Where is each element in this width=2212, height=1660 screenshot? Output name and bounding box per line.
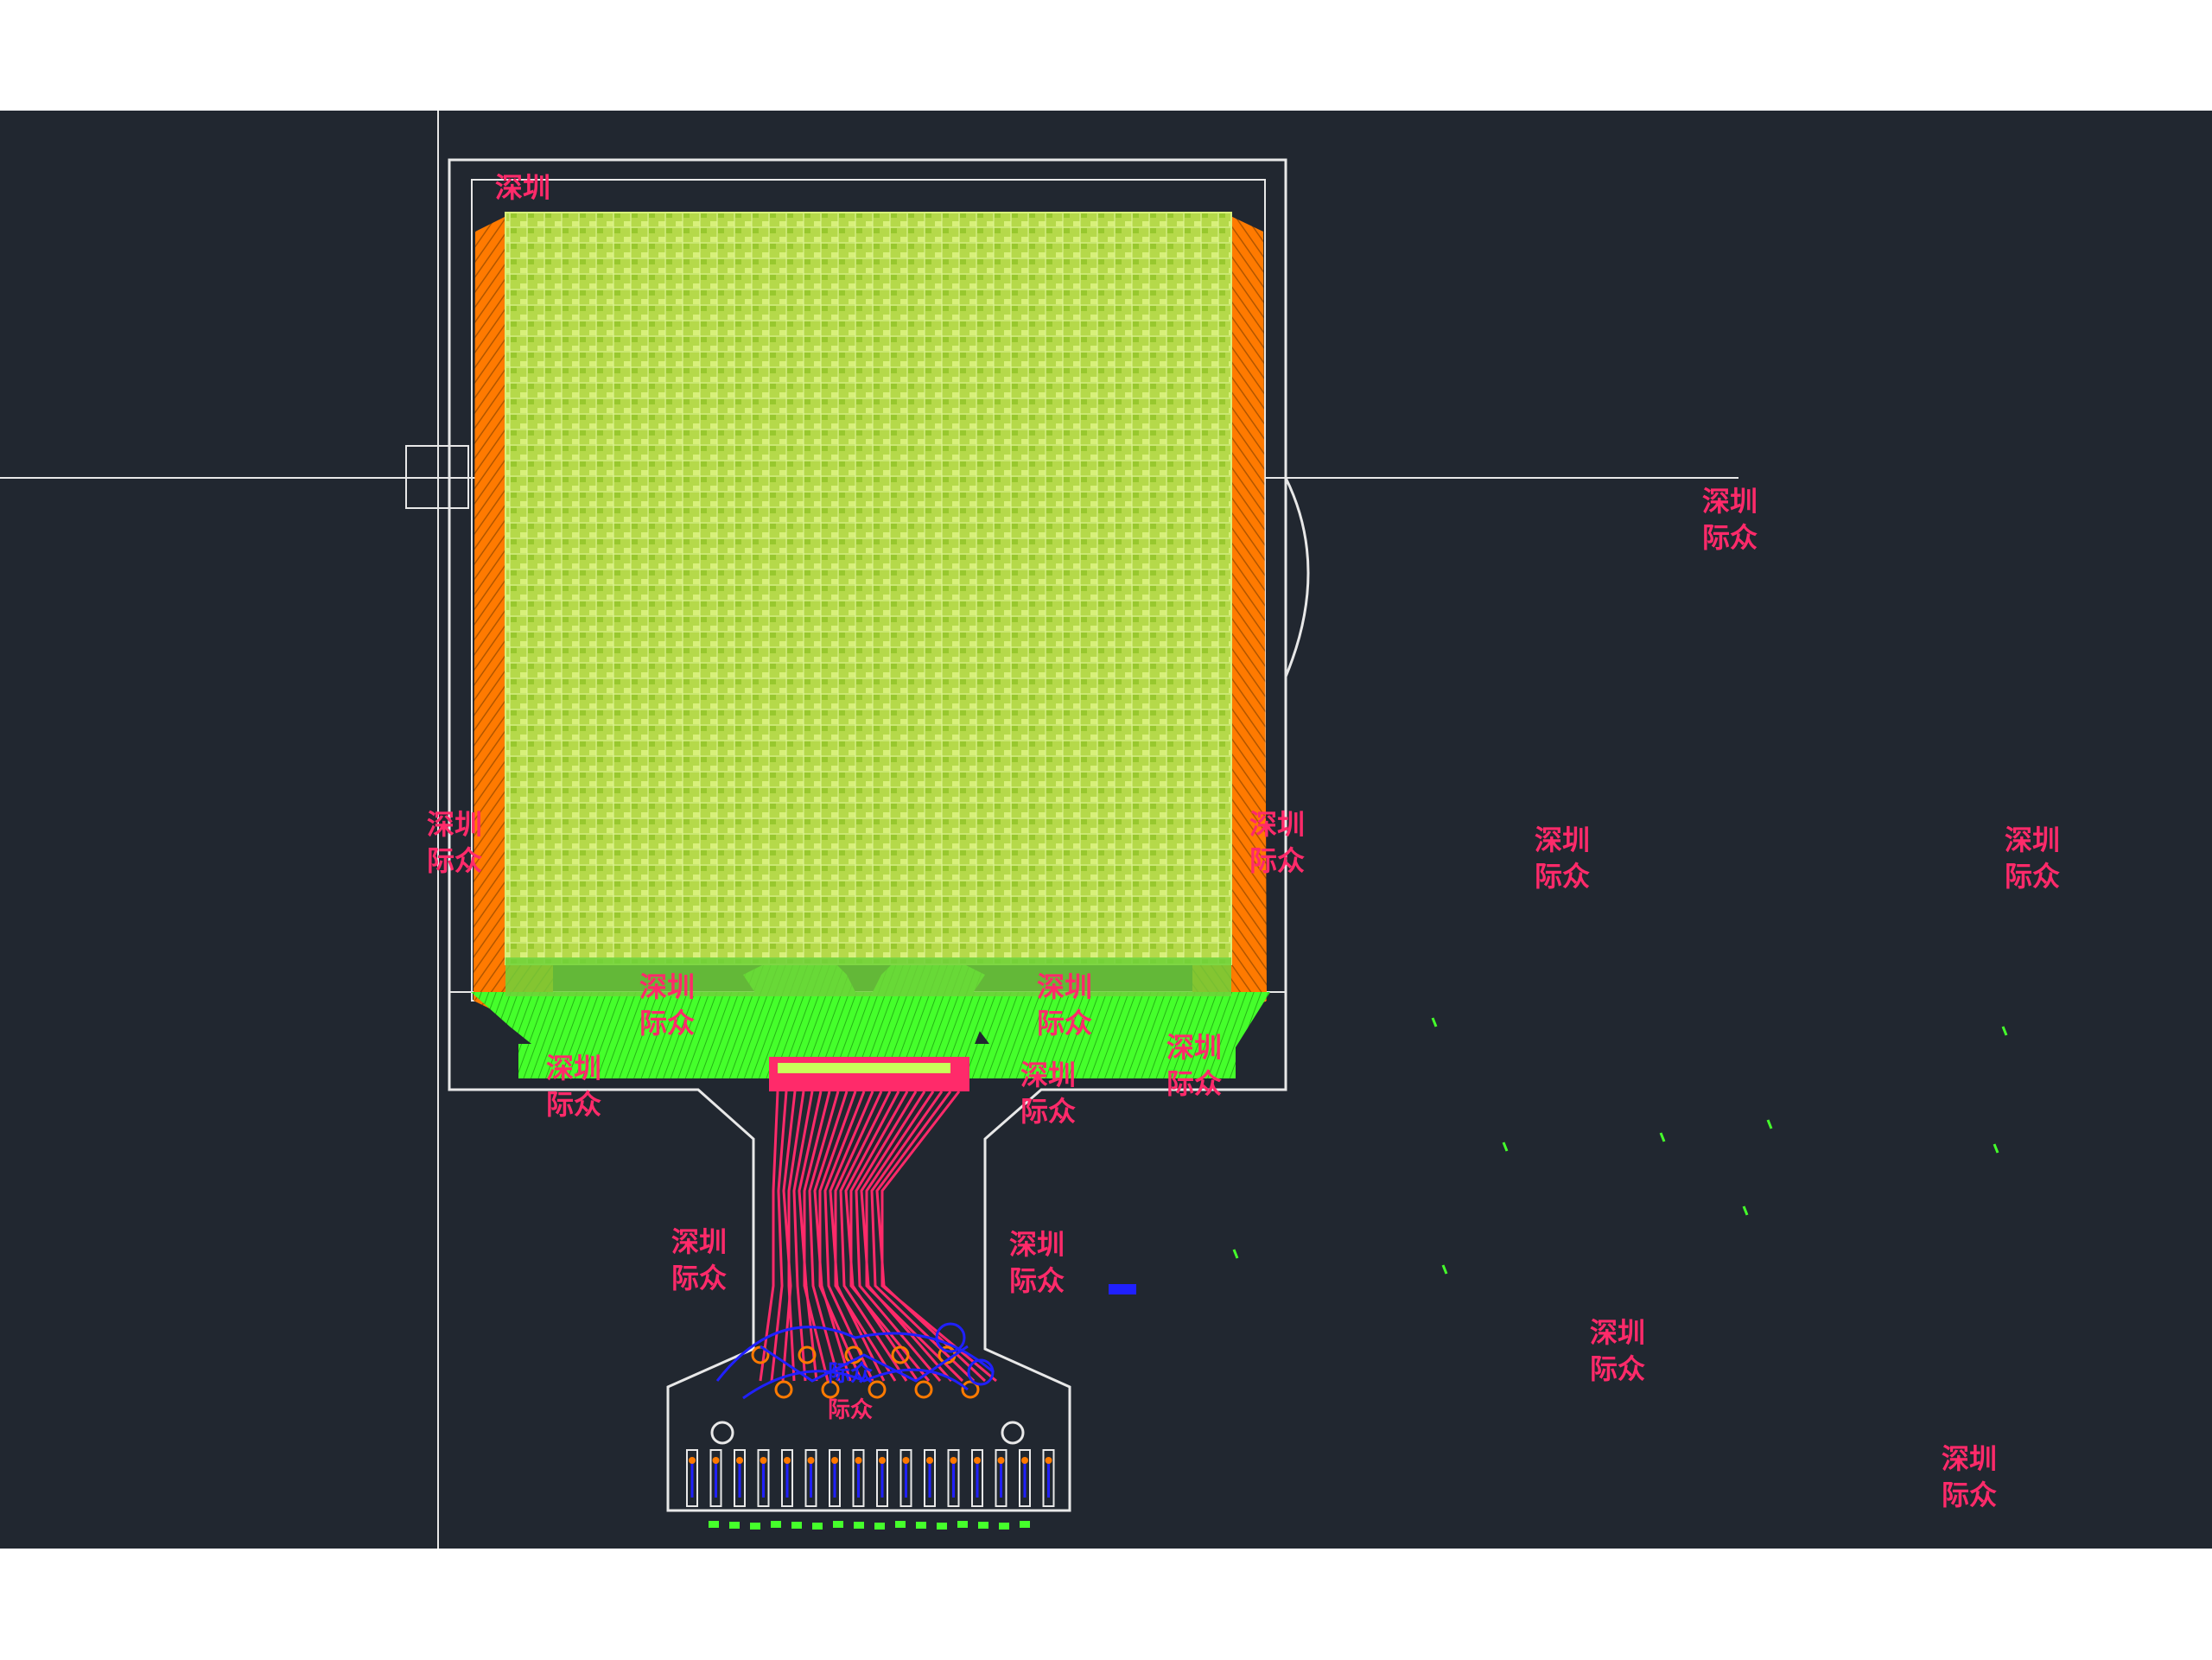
finger-dot xyxy=(712,1457,720,1464)
watermark-line2: 际众 xyxy=(639,1007,695,1040)
scattered-marks xyxy=(1232,1017,2008,1275)
watermark-line2: 际众 xyxy=(546,1088,601,1121)
bottom-mark xyxy=(916,1522,926,1529)
finger-dot xyxy=(760,1457,767,1464)
watermark-line2: 际众 xyxy=(1009,1264,1065,1297)
bottom-mark xyxy=(791,1522,802,1529)
bottom-mark xyxy=(895,1521,906,1528)
watermark-line1: 深圳 xyxy=(1535,824,1590,856)
finger-dot xyxy=(855,1457,862,1464)
finger-dot xyxy=(1021,1457,1028,1464)
watermark-line1: 深圳 xyxy=(1037,970,1092,1003)
via-pad xyxy=(914,1380,933,1399)
bottom-mark xyxy=(937,1523,947,1530)
watermark-line2: 际众 xyxy=(671,1262,727,1294)
watermark-line2: 际众 xyxy=(1942,1479,1997,1511)
bottom-mark xyxy=(1020,1521,1030,1528)
watermark: 深圳际众 xyxy=(1590,1316,1645,1385)
fpc-label-line1: 际众 xyxy=(828,1361,873,1387)
bottom-mark xyxy=(812,1523,823,1530)
bottom-mark xyxy=(833,1521,843,1528)
watermark-line1: 深圳 xyxy=(671,1225,727,1258)
mount-hole-left xyxy=(710,1421,734,1445)
bottom-mark xyxy=(771,1521,781,1528)
watermark-line1: 深圳 xyxy=(1942,1442,1997,1475)
watermark-line2: 际众 xyxy=(1037,1007,1092,1040)
watermark-line1: 深圳 xyxy=(1166,1031,1222,1064)
via-pad xyxy=(774,1380,793,1399)
connector-pad-highlight xyxy=(778,1063,950,1073)
cad-drawing-viewport[interactable]: 深圳 深圳 际众 深圳 际众 深圳 际众 深圳 际众 深圳 际众 深圳 际众 深圳 际众 深圳 际众 深圳 际众深… xyxy=(0,111,2212,1549)
watermark-line1: 深圳 xyxy=(1009,1228,1065,1261)
display-pixel-array xyxy=(505,212,1232,965)
bottom-mark xyxy=(854,1522,864,1529)
finger-dot xyxy=(926,1457,933,1464)
watermark-line2: 际众 xyxy=(427,844,482,877)
watermark-line1: 深圳 xyxy=(639,970,695,1003)
outline-arc xyxy=(1284,477,1310,677)
finger-dot xyxy=(879,1457,886,1464)
watermark-line2: 际众 xyxy=(1166,1067,1222,1100)
bottom-mark xyxy=(978,1522,988,1529)
watermark: 深圳际众 xyxy=(1535,824,1590,893)
finger-dot xyxy=(902,1457,910,1464)
finger-dot xyxy=(1045,1457,1052,1464)
bottom-mark xyxy=(729,1522,740,1529)
watermark-line1: 深圳 xyxy=(1020,1059,1076,1091)
finger-dot xyxy=(736,1457,743,1464)
pcb-drawing[interactable]: 深圳 深圳际众深圳际众深圳际众深圳际众深圳际众深圳际众深圳际众深圳际众深圳际众深… xyxy=(0,111,2212,1549)
watermark: 深圳际众 xyxy=(546,1052,601,1121)
watermark-line1: 深圳 xyxy=(1590,1316,1645,1349)
watermark-line2: 际众 xyxy=(1702,521,1758,554)
watermark-line2: 际众 xyxy=(1249,844,1305,877)
watermark-line1: 深圳 xyxy=(1249,808,1305,841)
watermark: 深圳际众 xyxy=(1942,1442,1997,1511)
display-array-bottom-band xyxy=(505,957,1231,996)
watermark: 深圳际众 xyxy=(1009,1228,1065,1297)
finger-dot xyxy=(784,1457,791,1464)
bottom-mark xyxy=(999,1523,1009,1530)
watermark-line1: 深圳 xyxy=(2005,824,2060,856)
watermark: 深圳际众 xyxy=(671,1225,727,1294)
watermark-line1: 深圳 xyxy=(1702,485,1758,518)
watermark-line2: 际众 xyxy=(1020,1095,1076,1128)
watermark-line2: 际众 xyxy=(2005,860,2060,893)
bottom-mark xyxy=(750,1523,760,1530)
watermark: 深圳际众 xyxy=(1702,485,1758,554)
finger-dot xyxy=(807,1457,815,1464)
finger-dot xyxy=(831,1457,838,1464)
bottom-mark xyxy=(709,1521,719,1528)
finger-dot xyxy=(997,1457,1005,1464)
watermark-line2: 际众 xyxy=(1590,1352,1645,1385)
watermark: 深圳际众 xyxy=(1020,1059,1076,1128)
blue-marker xyxy=(1109,1284,1136,1294)
watermark-line1: 深圳 xyxy=(427,808,482,841)
watermark-line1: 深圳 xyxy=(546,1052,601,1084)
fpc-label-line2: 际众 xyxy=(828,1397,873,1423)
mount-hole-right xyxy=(1001,1421,1025,1445)
finger-dot xyxy=(950,1457,957,1464)
watermark: 深圳际众 xyxy=(2005,824,2060,893)
bottom-mark xyxy=(874,1523,885,1530)
watermark-top-label: 深圳 xyxy=(495,171,550,204)
finger-dot xyxy=(974,1457,981,1464)
watermark-line2: 际众 xyxy=(1535,860,1590,893)
bottom-mark xyxy=(957,1521,968,1528)
connector-pad-row xyxy=(769,1057,969,1091)
finger-dot xyxy=(689,1457,696,1464)
connector-finger-group xyxy=(686,1449,1055,1507)
bottom-mark-group xyxy=(709,1521,1030,1530)
